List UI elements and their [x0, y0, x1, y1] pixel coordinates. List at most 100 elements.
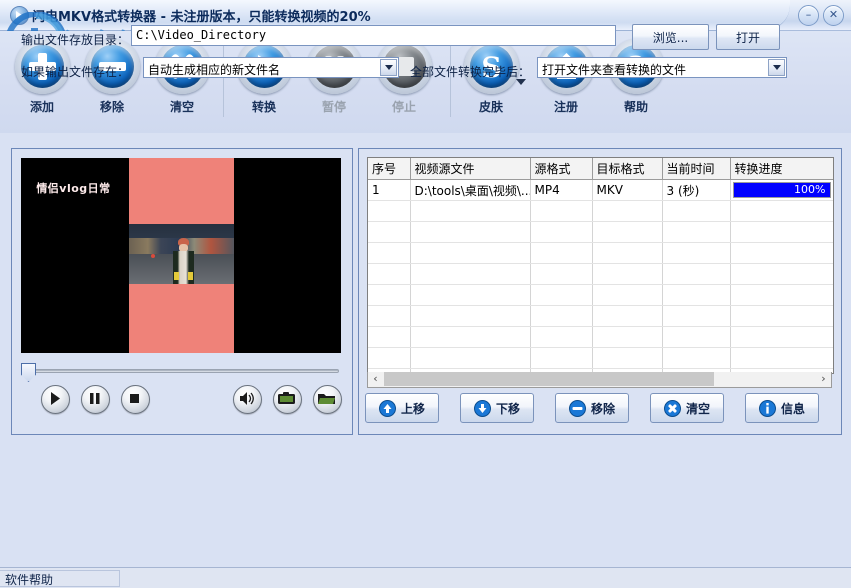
- column-header-source-format[interactable]: 源格式: [530, 158, 592, 180]
- open-folder-button[interactable]: 打开: [716, 24, 780, 50]
- file-list-horizontal-scrollbar[interactable]: ‹ ›: [367, 372, 832, 388]
- cell-empty: [410, 327, 530, 348]
- file-exists-select[interactable]: 自动生成相应的新文件名: [143, 57, 399, 78]
- cell-empty: [662, 264, 730, 285]
- cell-empty: [410, 285, 530, 306]
- photo-person: [173, 238, 193, 284]
- application-window: 闪电MKV格式转换器 - 未注册版本，只能转换视频的20% – ✕ 河东软件园 …: [0, 0, 851, 588]
- table-row-empty: [368, 285, 833, 306]
- arrow-down-icon: [474, 400, 491, 417]
- toolbar-label-add: 添加: [6, 98, 78, 115]
- window-title: 闪电MKV格式转换器 - 未注册版本，只能转换视频的20%: [32, 6, 371, 25]
- cell-empty: [592, 201, 662, 222]
- cell-empty: [730, 222, 833, 243]
- minimize-button[interactable]: –: [798, 5, 819, 26]
- cell-empty: [730, 264, 833, 285]
- cell-current-time: 3 (秒): [662, 180, 730, 201]
- photo-person-accent-right: [188, 272, 193, 280]
- toolbar-separator-2: [450, 45, 451, 117]
- list-remove-button[interactable]: 移除: [555, 393, 629, 423]
- chevron-down-icon[interactable]: [380, 59, 397, 76]
- seek-track[interactable]: [27, 369, 339, 373]
- player-volume-button[interactable]: [233, 385, 262, 414]
- browse-button[interactable]: 浏览...: [632, 24, 709, 50]
- column-header-progress[interactable]: 转换进度: [730, 158, 833, 180]
- cell-empty: [368, 201, 410, 222]
- player-folder-button[interactable]: [313, 385, 342, 414]
- cell-empty: [368, 243, 410, 264]
- folder-icon: [314, 386, 339, 411]
- cell-empty: [368, 348, 410, 369]
- after-conversion-value: 打开文件夹查看转换的文件: [542, 61, 686, 78]
- column-header-target-format[interactable]: 目标格式: [592, 158, 662, 180]
- player-snapshot-button[interactable]: [273, 385, 302, 414]
- cell-empty: [530, 264, 592, 285]
- file-list-table: 序号 视频源文件 源格式 目标格式 当前时间 转换进度 1 D:\tools\桌…: [368, 158, 834, 374]
- cell-empty: [530, 222, 592, 243]
- table-row[interactable]: 1 D:\tools\桌面\视频\... MP4 MKV 3 (秒) 100%: [368, 180, 833, 201]
- file-exists-label: 如果输出文件存在：: [21, 63, 129, 80]
- column-header-source-file[interactable]: 视频源文件: [410, 158, 530, 180]
- player-play-button[interactable]: [41, 385, 70, 414]
- list-clear-label: 清空: [686, 400, 710, 417]
- toolbar-label-skin: 皮肤: [455, 98, 527, 115]
- cell-empty: [592, 327, 662, 348]
- cell-source-file: D:\tools\桌面\视频\...: [410, 180, 530, 201]
- video-preview[interactable]: 情侣vlog日常: [21, 158, 341, 353]
- cross-icon: [664, 400, 681, 417]
- cell-empty: [530, 306, 592, 327]
- list-info-label: 信息: [781, 400, 805, 417]
- cell-empty: [662, 222, 730, 243]
- toolbar-label-register: 注册: [530, 98, 602, 115]
- player-pause-button[interactable]: [81, 385, 110, 414]
- seek-thumb[interactable]: [21, 363, 36, 382]
- cell-empty: [662, 327, 730, 348]
- minus-icon: [569, 400, 586, 417]
- after-conversion-select[interactable]: 打开文件夹查看转换的文件: [537, 57, 787, 78]
- scroll-right-arrow-icon[interactable]: ›: [816, 372, 831, 386]
- output-directory-label: 输出文件存放目录：: [21, 31, 129, 48]
- camera-icon: [274, 386, 299, 411]
- player-controls: [21, 385, 341, 421]
- player-stop-button[interactable]: [121, 385, 150, 414]
- cell-empty: [410, 222, 530, 243]
- pause-icon: [82, 386, 107, 411]
- toolbar-label-convert: 转换: [228, 98, 300, 115]
- close-button[interactable]: ✕: [823, 5, 844, 26]
- cell-empty: [530, 348, 592, 369]
- file-list-table-wrapper[interactable]: 序号 视频源文件 源格式 目标格式 当前时间 转换进度 1 D:\tools\桌…: [367, 157, 834, 374]
- cell-index: 1: [368, 180, 410, 201]
- table-row-empty: [368, 243, 833, 264]
- cell-empty: [730, 285, 833, 306]
- list-remove-label: 移除: [591, 400, 615, 417]
- column-header-index[interactable]: 序号: [368, 158, 410, 180]
- move-down-button[interactable]: 下移: [460, 393, 534, 423]
- move-up-button[interactable]: 上移: [365, 393, 439, 423]
- seek-bar[interactable]: [21, 365, 341, 377]
- photo-red-lamp: [151, 254, 155, 258]
- status-bar-text: 软件帮助: [5, 571, 53, 588]
- column-header-current-time[interactable]: 当前时间: [662, 158, 730, 180]
- cell-empty: [730, 348, 833, 369]
- scrollbar-thumb[interactable]: [384, 372, 714, 386]
- cell-empty: [730, 243, 833, 264]
- cell-empty: [530, 285, 592, 306]
- list-info-button[interactable]: 信息: [745, 393, 819, 423]
- after-conversion-label: 全部文件转换完毕后：: [410, 63, 530, 80]
- move-down-label: 下移: [496, 400, 520, 417]
- list-clear-button[interactable]: 清空: [650, 393, 724, 423]
- cell-empty: [368, 285, 410, 306]
- minimize-icon: –: [799, 6, 818, 25]
- cell-empty: [368, 264, 410, 285]
- toolbar-label-remove: 移除: [76, 98, 148, 115]
- output-directory-input[interactable]: C:\Video_Directory: [131, 25, 616, 46]
- stop-icon: [122, 386, 147, 411]
- chevron-down-icon[interactable]: [768, 59, 785, 76]
- window-controls: – ✕: [798, 5, 844, 26]
- play-icon: [42, 386, 67, 411]
- cell-target-format: MKV: [592, 180, 662, 201]
- cell-empty: [662, 201, 730, 222]
- scroll-left-arrow-icon[interactable]: ‹: [368, 372, 383, 386]
- progress-bar: 100%: [733, 182, 831, 198]
- video-frame-photo: [129, 224, 234, 284]
